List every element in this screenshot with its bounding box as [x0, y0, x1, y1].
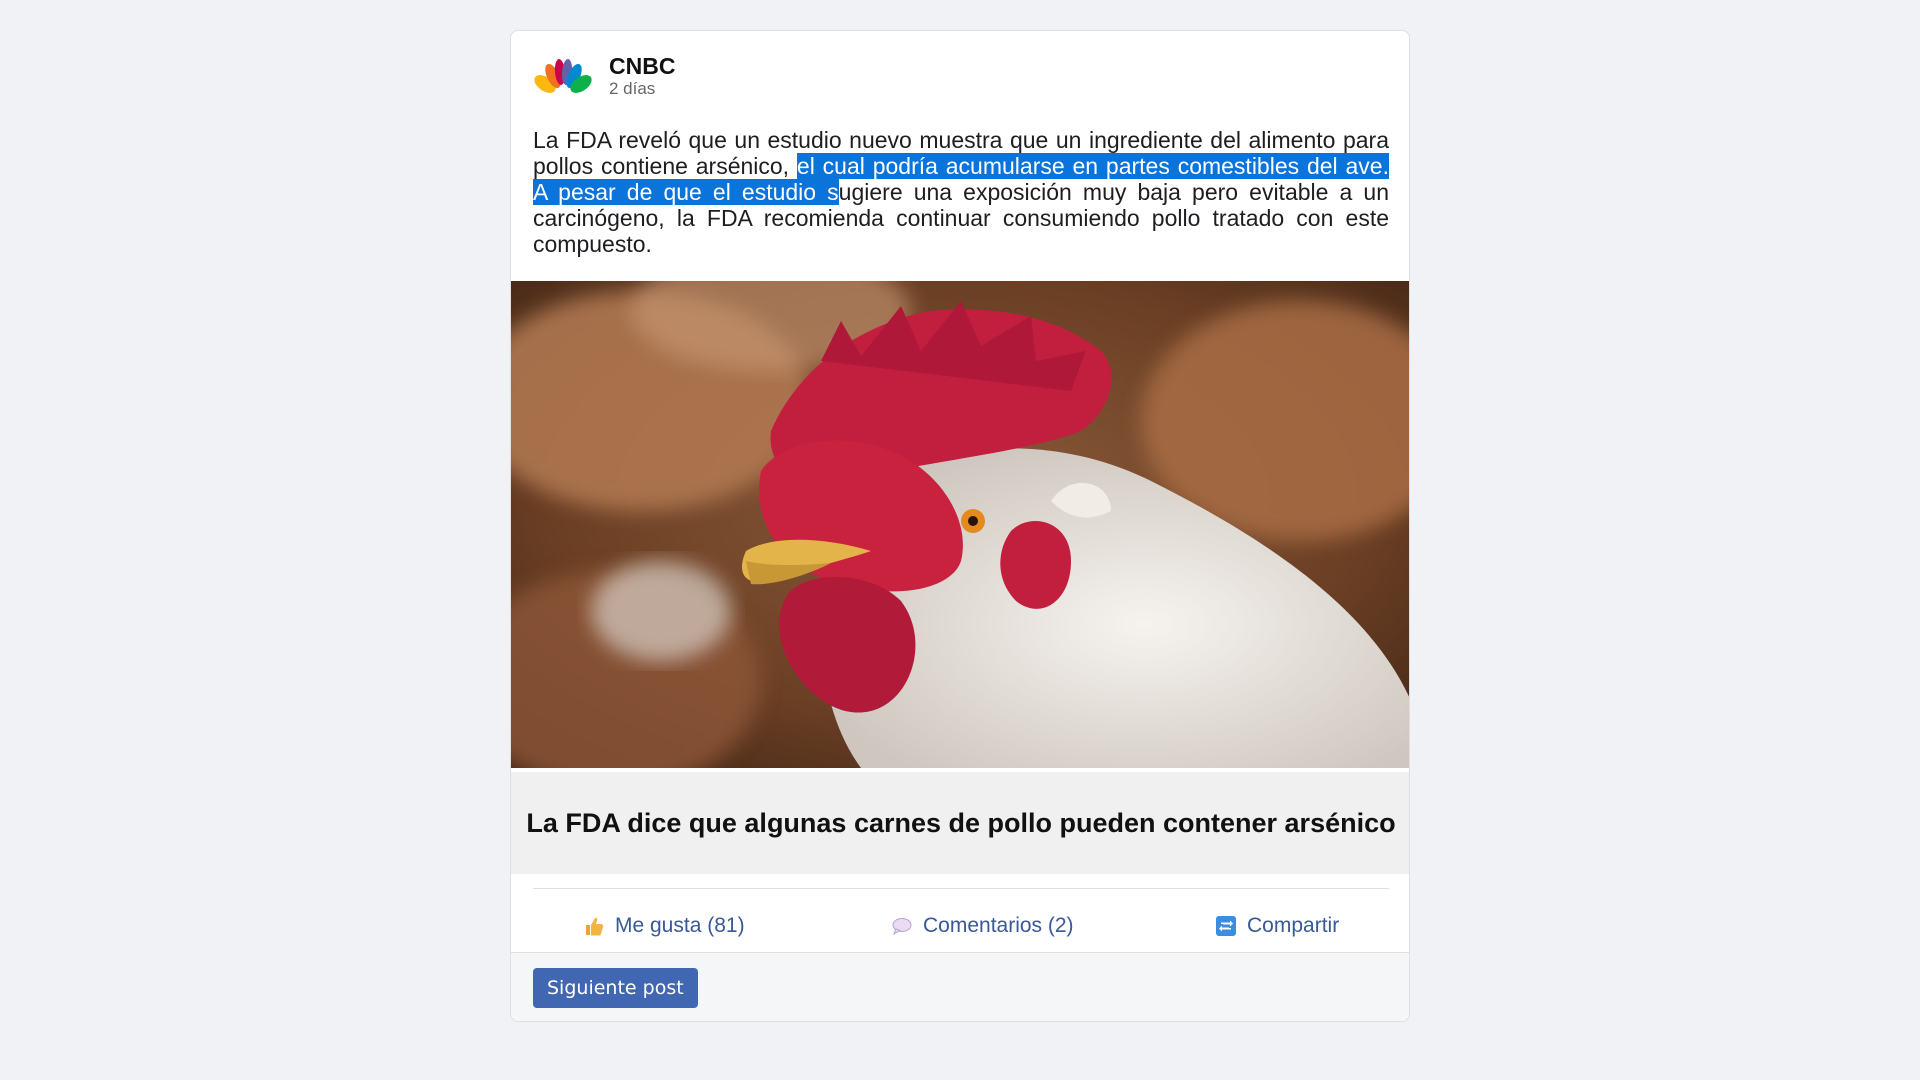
post-header: CNBC 2 días [533, 53, 675, 99]
link-preview[interactable]: La FDA dice que algunas carnes de pollo … [511, 772, 1409, 874]
post-card: CNBC 2 días La FDA reveló que un estudio… [510, 30, 1410, 1022]
post-body-text: La FDA reveló que un estudio nuevo muest… [533, 127, 1389, 257]
like-label: Me gusta (81) [615, 914, 745, 937]
publisher-info: CNBC 2 días [609, 53, 675, 99]
post-footer: Siguiente post [511, 952, 1409, 1021]
post-timestamp[interactable]: 2 días [609, 79, 675, 99]
share-label: Compartir [1247, 914, 1340, 937]
repost-icon [1216, 916, 1236, 936]
divider [533, 888, 1389, 889]
cnbc-peacock-icon[interactable] [533, 54, 593, 98]
like-button[interactable]: Me gusta (81) [583, 901, 745, 951]
share-button[interactable]: Compartir [1215, 901, 1339, 951]
post-actions: Me gusta (81) Comentarios (2) Compartir [511, 901, 1409, 951]
rooster-photo[interactable] [511, 281, 1410, 768]
publisher-name[interactable]: CNBC [609, 53, 675, 79]
link-headline[interactable]: La FDA dice que algunas carnes de pollo … [526, 808, 1395, 839]
speech-bubble-icon [892, 918, 912, 936]
thumbs-up-icon [586, 917, 604, 936]
comment-button[interactable]: Comentarios (2) [891, 901, 1074, 951]
next-post-button[interactable]: Siguiente post [533, 968, 698, 1008]
comment-label: Comentarios (2) [923, 914, 1074, 937]
